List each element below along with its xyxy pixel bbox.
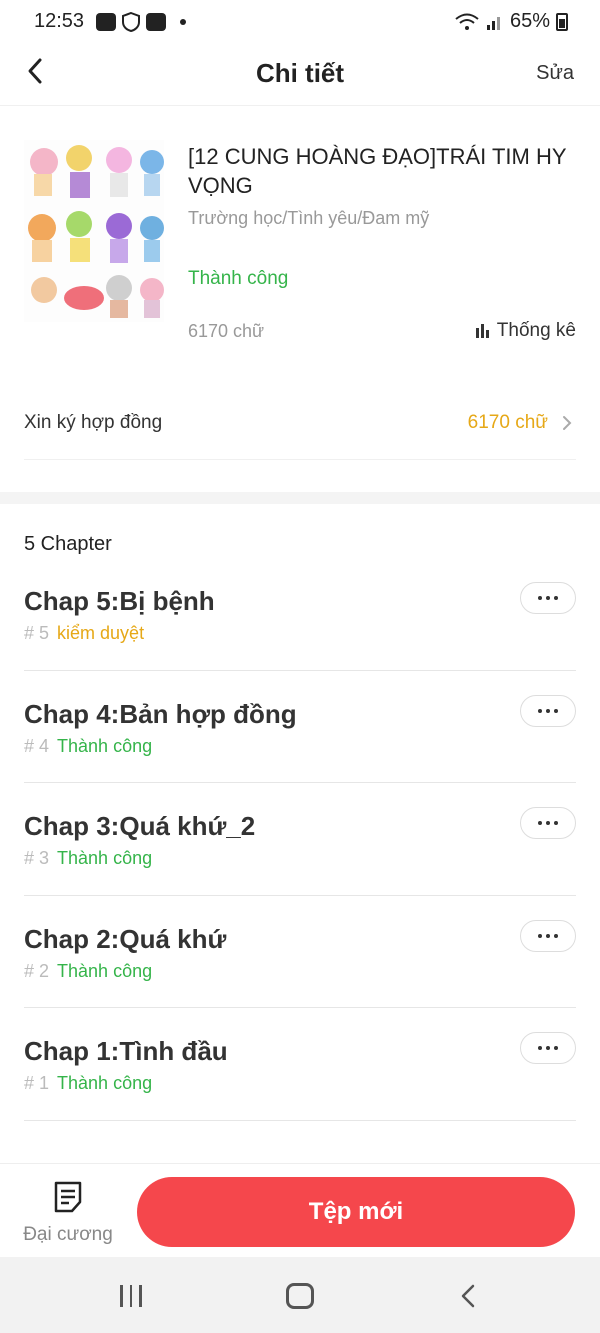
chapter-number: # 5 bbox=[24, 623, 50, 643]
chapter-title: Chap 5:Bị bệnh bbox=[24, 586, 215, 616]
chapter-meta: # 2 Thành công bbox=[24, 961, 152, 982]
home-icon[interactable] bbox=[286, 1283, 314, 1309]
book-word-count: 6170 chữ bbox=[188, 321, 265, 341]
chapter-meta: # 1 Thành công bbox=[24, 1073, 152, 1094]
book-cover-image[interactable] bbox=[24, 140, 164, 322]
chapter-item[interactable]: Chap 2:Quá khứ # 2 Thành công bbox=[24, 896, 576, 1008]
chapter-count: 5 Chapter bbox=[24, 533, 112, 555]
chapter-number: # 3 bbox=[24, 848, 50, 868]
chevron-right-icon bbox=[563, 416, 572, 430]
video-call-icon bbox=[96, 13, 116, 31]
status-right: 65% bbox=[454, 10, 568, 33]
chapter-status: Thành công bbox=[57, 1073, 153, 1093]
chapter-status: Thành công bbox=[57, 735, 153, 756]
more-options-button[interactable] bbox=[520, 694, 576, 727]
chapter-number: # 2 bbox=[24, 960, 50, 981]
chapter-title: Chap 3:Quá khứ_2 bbox=[24, 811, 256, 841]
chapter-title: Chap 1:Tình đầu bbox=[24, 1036, 228, 1066]
chapter-title: Chap 4:Bản hợp đồng bbox=[24, 698, 297, 729]
battery-percent: 65% bbox=[509, 10, 550, 32]
book-genre: Trường học/Tình yêu/Đam mỹ bbox=[188, 208, 430, 228]
chapter-item[interactable]: Chap 4:Bản hợp đồng # 4 Thành công bbox=[24, 671, 576, 783]
contract-word-count: 6170 chữ bbox=[467, 412, 548, 433]
notification-icons bbox=[96, 12, 186, 32]
chapter-meta: # 3 Thành công bbox=[24, 848, 152, 869]
chapter-item[interactable]: Chap 3:Quá khứ_2 # 3 Thành công bbox=[24, 783, 576, 896]
battery-icon bbox=[556, 12, 568, 31]
chapter-number: # 1 bbox=[24, 1073, 50, 1093]
page-title: Chi tiết bbox=[255, 58, 345, 88]
more-options-button[interactable] bbox=[520, 807, 576, 839]
status-time: 12:53 bbox=[34, 10, 85, 32]
youtube-icon bbox=[146, 13, 166, 31]
statistics-button[interactable]: Thống kê bbox=[475, 320, 576, 342]
chapter-item[interactable]: Chap 1:Tình đầu # 1 Thành công bbox=[24, 1008, 576, 1121]
shield-icon bbox=[122, 12, 140, 32]
document-icon bbox=[54, 1181, 82, 1213]
signal-icon bbox=[486, 16, 500, 30]
outline-button[interactable]: Đại cương bbox=[18, 1178, 118, 1248]
system-back-icon[interactable] bbox=[458, 1284, 478, 1308]
bar-chart-icon bbox=[475, 324, 489, 338]
new-file-button[interactable]: Tệp mới bbox=[137, 1177, 575, 1247]
chapter-meta: # 5 kiểm duyệt bbox=[24, 623, 144, 644]
chapter-status: Thành công bbox=[57, 848, 153, 868]
cover-illustration bbox=[24, 140, 164, 322]
system-navigation-bar bbox=[0, 1257, 600, 1333]
section-divider bbox=[0, 492, 600, 504]
more-options-button[interactable] bbox=[520, 582, 576, 614]
wifi-icon bbox=[455, 13, 479, 30]
chapter-status: kiểm duyệt bbox=[57, 623, 145, 643]
outline-label: Đại cương bbox=[23, 1224, 113, 1245]
chapter-number: # 4 bbox=[24, 735, 50, 756]
book-title: [12 CUNG HOÀNG ĐẠO]TRÁI TIM HY VỌNG bbox=[188, 144, 567, 198]
chapter-item[interactable]: Chap 5:Bị bệnh # 5 kiểm duyệt bbox=[24, 558, 576, 671]
recent-apps-icon[interactable] bbox=[120, 1285, 142, 1307]
top-app-bar: Chi tiết Sửa bbox=[0, 44, 600, 106]
more-options-button[interactable] bbox=[520, 1032, 576, 1064]
more-notifications-dot bbox=[180, 19, 186, 25]
book-status: Thành công bbox=[188, 268, 289, 289]
chapter-title: Chap 2:Quá khứ bbox=[24, 923, 227, 954]
chapter-meta: # 4 Thành công bbox=[24, 736, 152, 757]
chapter-status: Thành công bbox=[57, 960, 153, 981]
contract-label: Xin ký hợp đồng bbox=[24, 412, 163, 433]
chapter-list: Chap 5:Bị bệnh # 5 kiểm duyệt Chap 4:Bản… bbox=[24, 558, 576, 1121]
more-options-button[interactable] bbox=[520, 919, 576, 952]
statistics-label: Thống kê bbox=[496, 320, 576, 341]
edit-button[interactable]: Sửa bbox=[536, 62, 574, 85]
bottom-action-bar: Đại cương Tệp mới bbox=[0, 1163, 600, 1257]
status-bar: 12:53 65% bbox=[0, 0, 600, 44]
contract-row[interactable]: Xin ký hợp đồng 6170 chữ bbox=[24, 384, 576, 460]
